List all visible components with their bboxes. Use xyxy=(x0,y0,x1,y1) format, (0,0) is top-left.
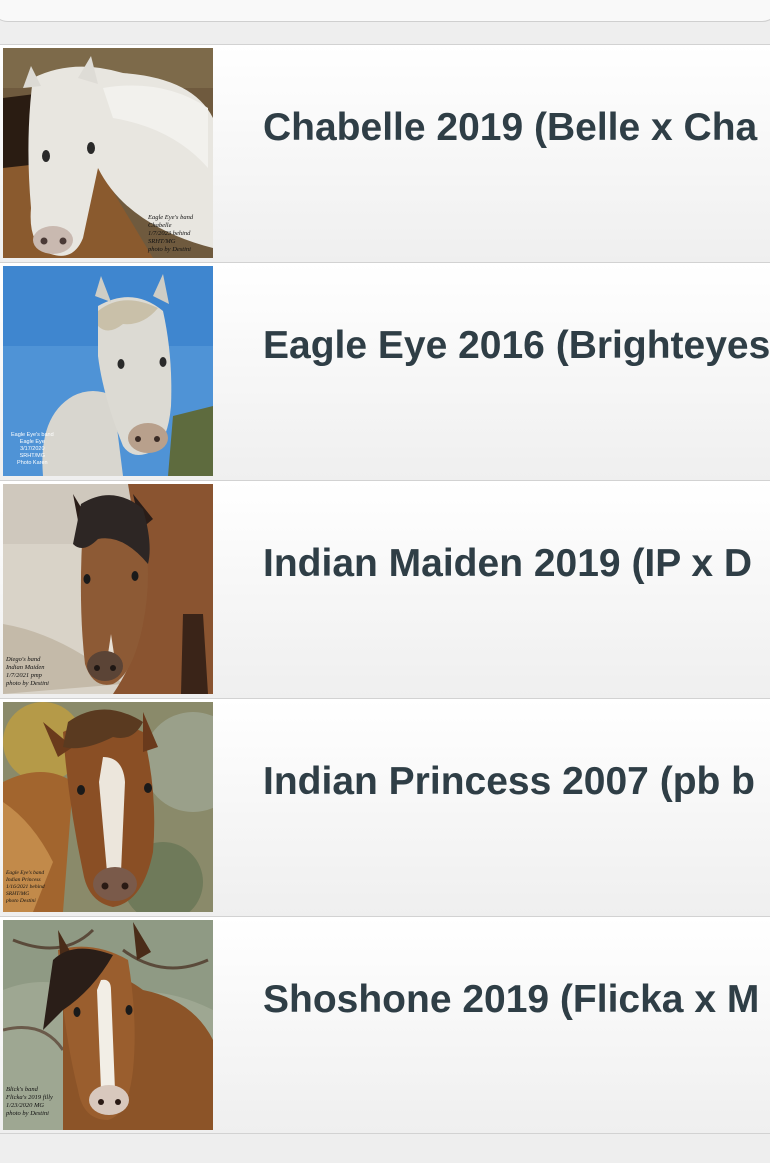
photo-caption: Blick's band Flicka's 2019 filly 1/23/20… xyxy=(6,1086,53,1117)
list-item[interactable]: Blick's band Flicka's 2019 filly 1/23/20… xyxy=(0,916,770,1134)
horse-photo-thumbnail: Eagle Eye's band Eagle Eye 3/17/2020 SRH… xyxy=(3,266,213,476)
item-title: Shoshone 2019 (Flicka x M xyxy=(263,978,760,1021)
item-title: Eagle Eye 2016 (Brighteyes xyxy=(263,324,770,367)
list-footer xyxy=(0,1134,770,1163)
horse-photo-thumbnail: Diego's band Indian Maiden 1/7/2021 pmp … xyxy=(3,484,213,694)
item-title: Indian Princess 2007 (pb b xyxy=(263,760,755,803)
horse-photo-thumbnail: Eagle Eye's band Indian Princess 1/16/20… xyxy=(3,702,213,912)
list-item[interactable]: Eagle Eye's band Eagle Eye 3/17/2020 SRH… xyxy=(0,262,770,480)
search-input[interactable] xyxy=(0,0,770,22)
photo-caption: Diego's band Indian Maiden 1/7/2021 pmp … xyxy=(6,656,49,687)
horse-photo-thumbnail: Blick's band Flicka's 2019 filly 1/23/20… xyxy=(3,920,213,1130)
item-title: Indian Maiden 2019 (IP x D xyxy=(263,542,753,585)
list-item[interactable]: Diego's band Indian Maiden 1/7/2021 pmp … xyxy=(0,480,770,698)
list-item[interactable]: Eagle Eye's band Indian Princess 1/16/20… xyxy=(0,698,770,916)
item-title: Chabelle 2019 (Belle x Cha xyxy=(263,106,758,149)
photo-caption: Eagle Eye's band Eagle Eye 3/17/2020 SRH… xyxy=(11,432,54,466)
search-bar-area xyxy=(0,0,770,45)
photo-caption: Eagle Eye's band Indian Princess 1/16/20… xyxy=(6,870,45,904)
list-item[interactable]: Eagle Eye's band Chabelle 1/7/2023 behin… xyxy=(0,44,770,262)
horse-photo-thumbnail: Eagle Eye's band Chabelle 1/7/2023 behin… xyxy=(3,48,213,258)
horse-list: Eagle Eye's band Chabelle 1/7/2023 behin… xyxy=(0,44,770,1134)
photo-caption: Eagle Eye's band Chabelle 1/7/2023 behin… xyxy=(148,214,194,253)
